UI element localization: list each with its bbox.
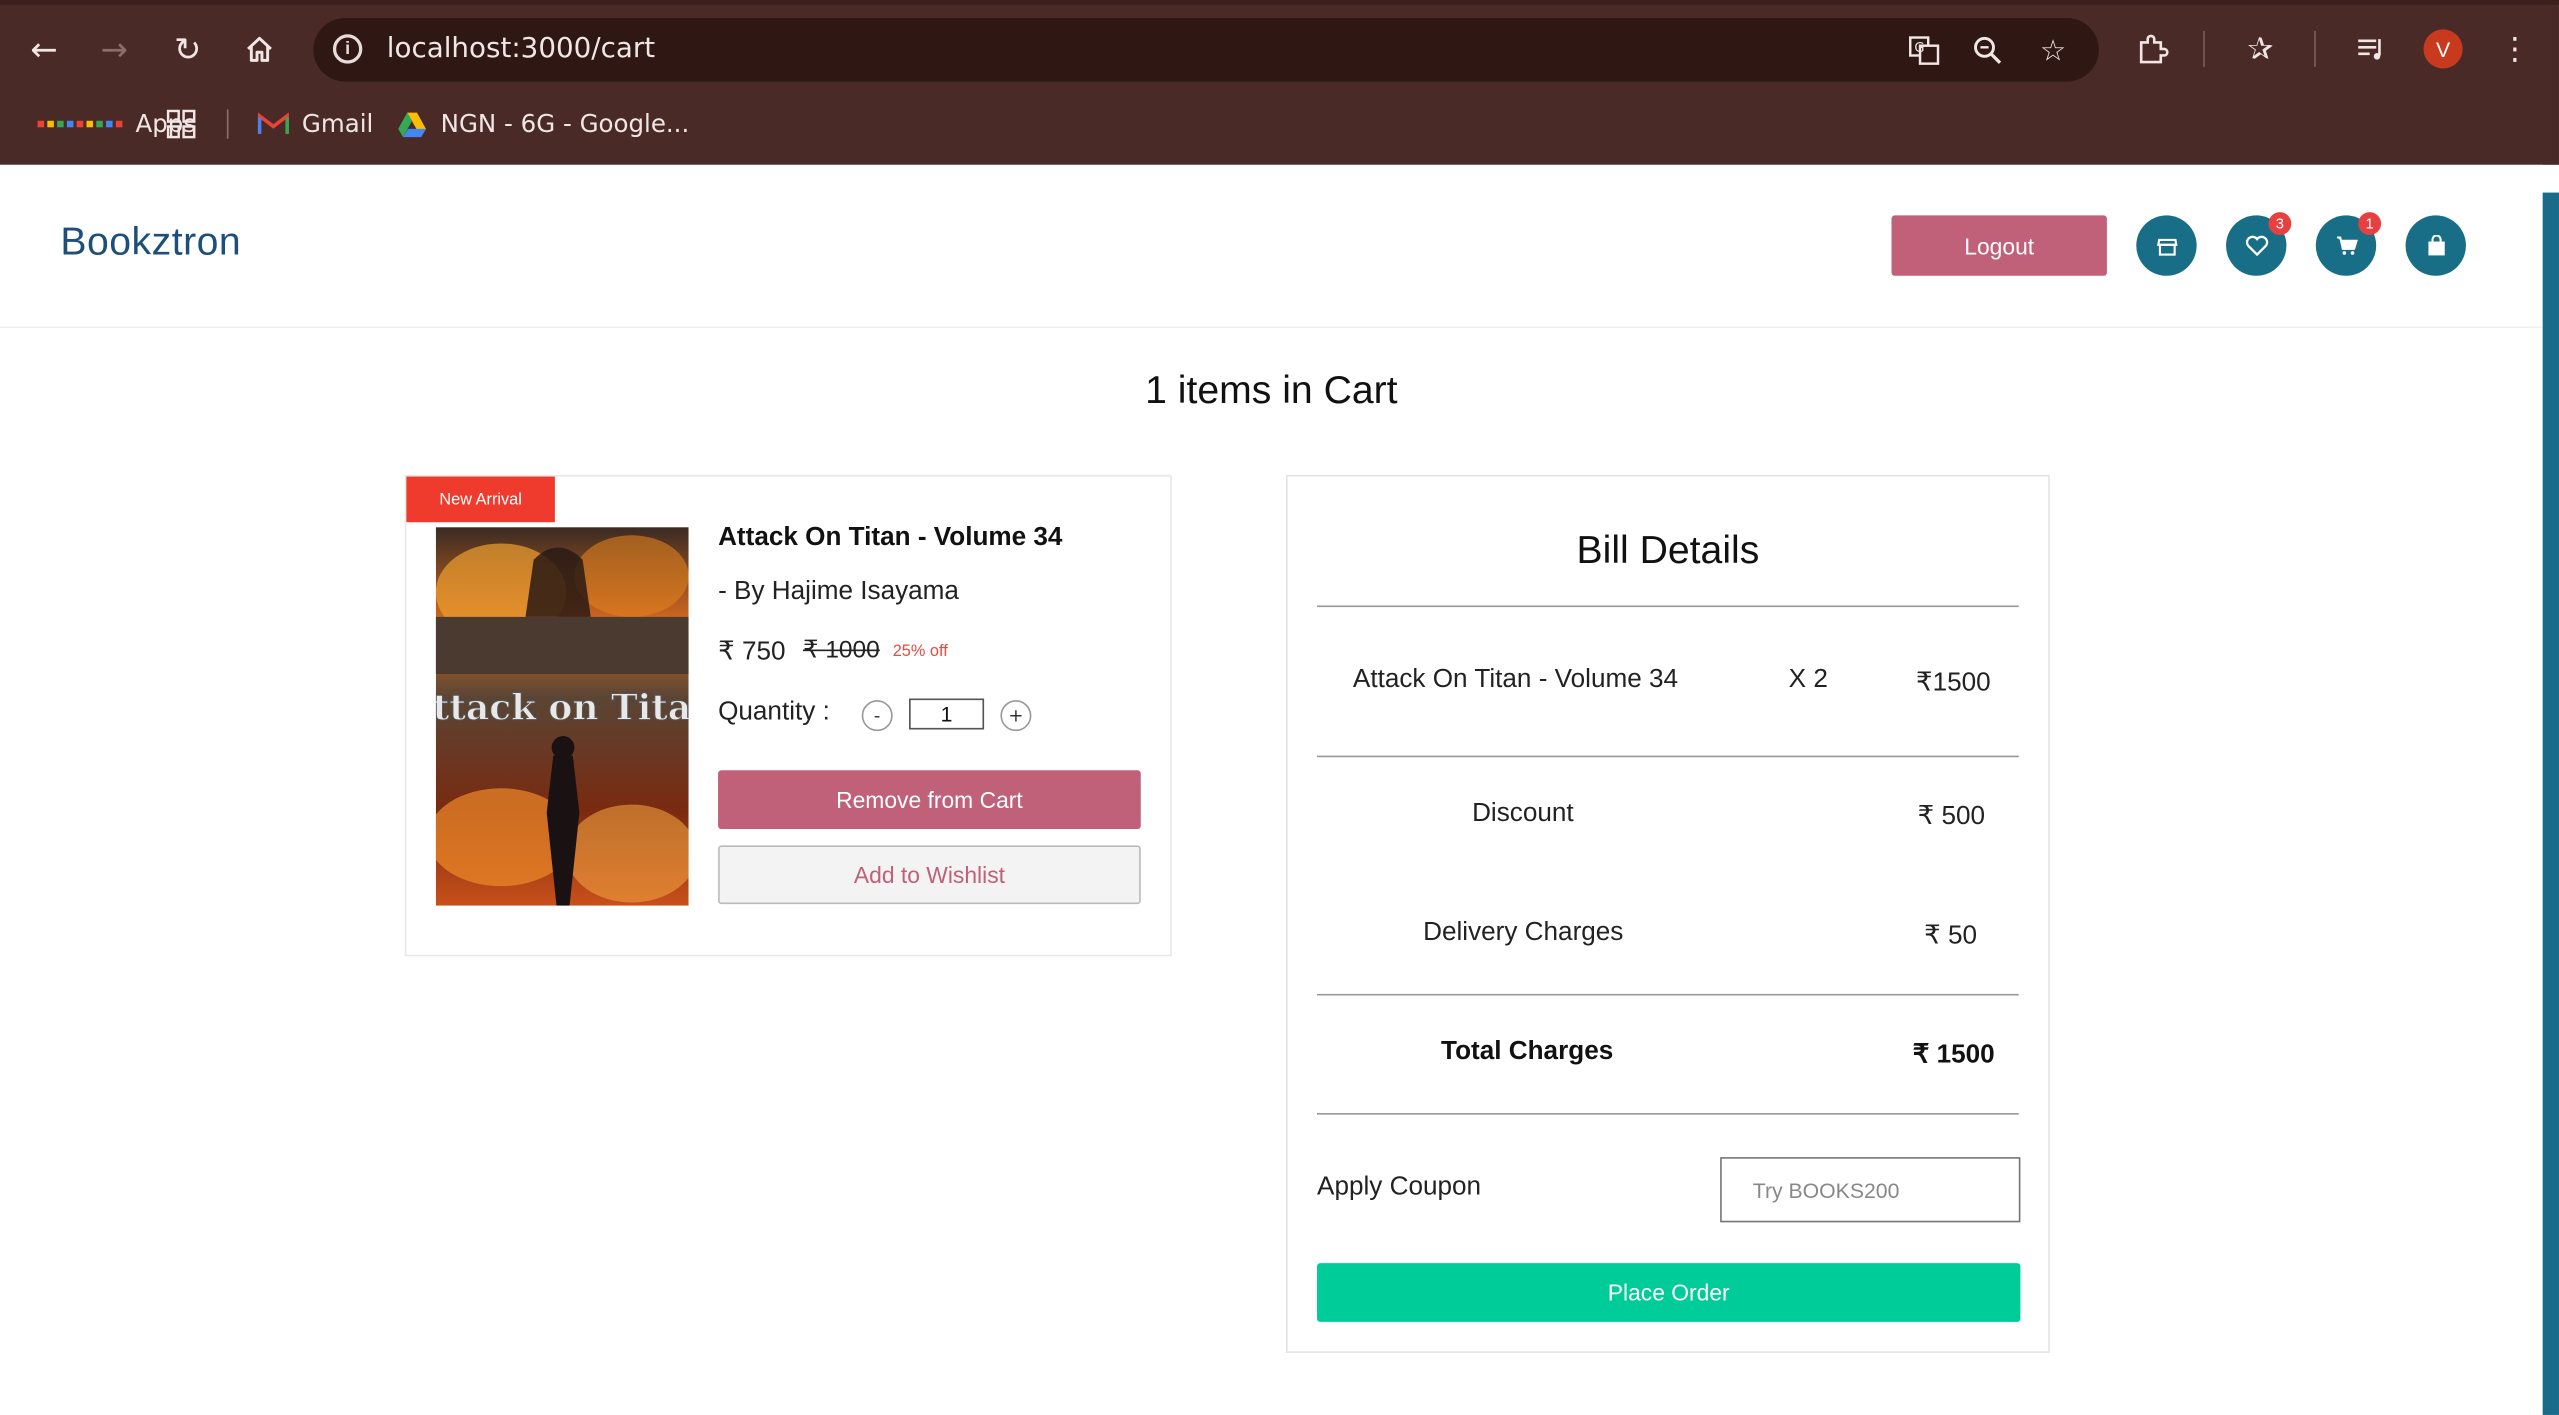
discount-value: ₹ 500 [1917, 802, 1986, 831]
delivery-value: ₹ 50 [1924, 922, 1978, 950]
site-navbar: Bookztron Logout 3 1 [0, 164, 2543, 329]
book-cover-image[interactable]: Attack on Titan [435, 527, 689, 906]
bookmark-label: Gmail [301, 109, 374, 139]
translate-icon[interactable]: G [1905, 31, 1944, 70]
shopping-bag-icon[interactable] [2405, 215, 2466, 276]
delivery-label: Delivery Charges [1423, 918, 1624, 947]
toolbar-divider [2314, 31, 2316, 67]
discount-label: Discount [1472, 799, 1574, 828]
profile-avatar[interactable]: V [2423, 29, 2463, 69]
cart-count-badge: 1 [2358, 212, 2382, 236]
product-price: ₹ 750 [718, 638, 786, 666]
product-author: - By Hajime Isayama [718, 577, 959, 606]
url-text[interactable]: localhost:3000/cart [387, 33, 655, 66]
tab-groups-icon[interactable] [166, 106, 196, 142]
coupon-label: Apply Coupon [1317, 1173, 1482, 1202]
bill-item-amount: ₹1500 [1915, 669, 1991, 697]
zoom-icon[interactable] [1968, 31, 2007, 70]
quantity-decrement-button[interactable]: - [861, 700, 893, 732]
wishlist-count-badge: 3 [2268, 212, 2292, 236]
bookmark-label: NGN - 6G - Google... [440, 109, 690, 139]
divider [1317, 993, 2019, 996]
forward-icon[interactable]: → [88, 23, 140, 75]
product-discount: 25% off [892, 643, 948, 661]
reload-icon[interactable]: ↻ [162, 23, 214, 75]
quantity-input[interactable] [909, 698, 985, 730]
product-original-price: ₹ 1000 [802, 636, 880, 665]
quantity-increment-button[interactable]: + [1000, 700, 1032, 732]
svg-text:G: G [1914, 41, 1924, 56]
bookmarks-divider [226, 109, 229, 139]
google-drive-icon [397, 110, 428, 138]
quantity-label: Quantity : [718, 698, 830, 727]
coupon-input[interactable] [1720, 1157, 2021, 1223]
logout-button[interactable]: Logout [1891, 215, 2107, 276]
toolbar-divider [2203, 31, 2205, 67]
cart-icon[interactable]: 1 [2315, 212, 2382, 276]
divider [1317, 605, 2019, 608]
cart-heading: 1 items in Cart [1145, 368, 1398, 413]
add-to-wishlist-button[interactable]: Add to Wishlist [718, 845, 1141, 905]
store-icon[interactable] [2136, 215, 2197, 276]
bill-item-qty: X 2 [1788, 665, 1828, 694]
bill-item-name: Attack On Titan - Volume 34 [1352, 665, 1679, 694]
wishlist-heart-icon[interactable]: 3 [2226, 212, 2292, 276]
browser-chrome: ← → ↻ i localhost:3000/cart G ☆ ✰ V ⋮ Ap… [0, 0, 2559, 165]
bill-details-panel: Bill Details Attack On Titan - Volume 34… [1286, 474, 2050, 1353]
cart-item-card: New Arrival ttack on Tit Attack On Titan… [404, 474, 1172, 957]
cover-title-text: Attack on Titan [436, 687, 689, 729]
total-value: ₹ 1500 [1912, 1041, 1995, 1069]
page-scrollbar[interactable] [2542, 192, 2559, 1415]
site-info-icon[interactable]: i [332, 34, 363, 64]
gmail-icon [257, 112, 289, 136]
bookmark-drive[interactable]: NGN - 6G - Google... [397, 106, 690, 142]
media-queue-icon[interactable] [2347, 24, 2396, 73]
product-title[interactable]: Attack On Titan - Volume 34 [718, 524, 1062, 553]
tab-strip-edge [0, 0, 2559, 5]
apps-grid-icon [37, 120, 123, 128]
divider [1317, 755, 2019, 758]
back-icon[interactable]: ← [18, 23, 70, 75]
bookmark-gmail[interactable]: Gmail [257, 106, 374, 142]
favorites-icon[interactable]: ✰ [2236, 24, 2285, 73]
place-order-button[interactable]: Place Order [1317, 1263, 2021, 1322]
extensions-icon[interactable] [2128, 24, 2177, 73]
bookmark-star-icon[interactable]: ☆ [2033, 31, 2072, 70]
menu-kebab-icon[interactable]: ⋮ [2490, 24, 2539, 73]
home-icon[interactable] [233, 23, 285, 75]
remove-from-cart-button[interactable]: Remove from Cart [718, 770, 1141, 830]
bill-title: Bill Details [1576, 528, 1760, 573]
address-bar[interactable]: i localhost:3000/cart G ☆ [313, 17, 2099, 82]
new-arrival-badge: New Arrival [406, 476, 555, 523]
brand-logo[interactable]: Bookztron [60, 220, 241, 266]
divider [1317, 1113, 2019, 1115]
total-label: Total Charges [1441, 1037, 1614, 1066]
